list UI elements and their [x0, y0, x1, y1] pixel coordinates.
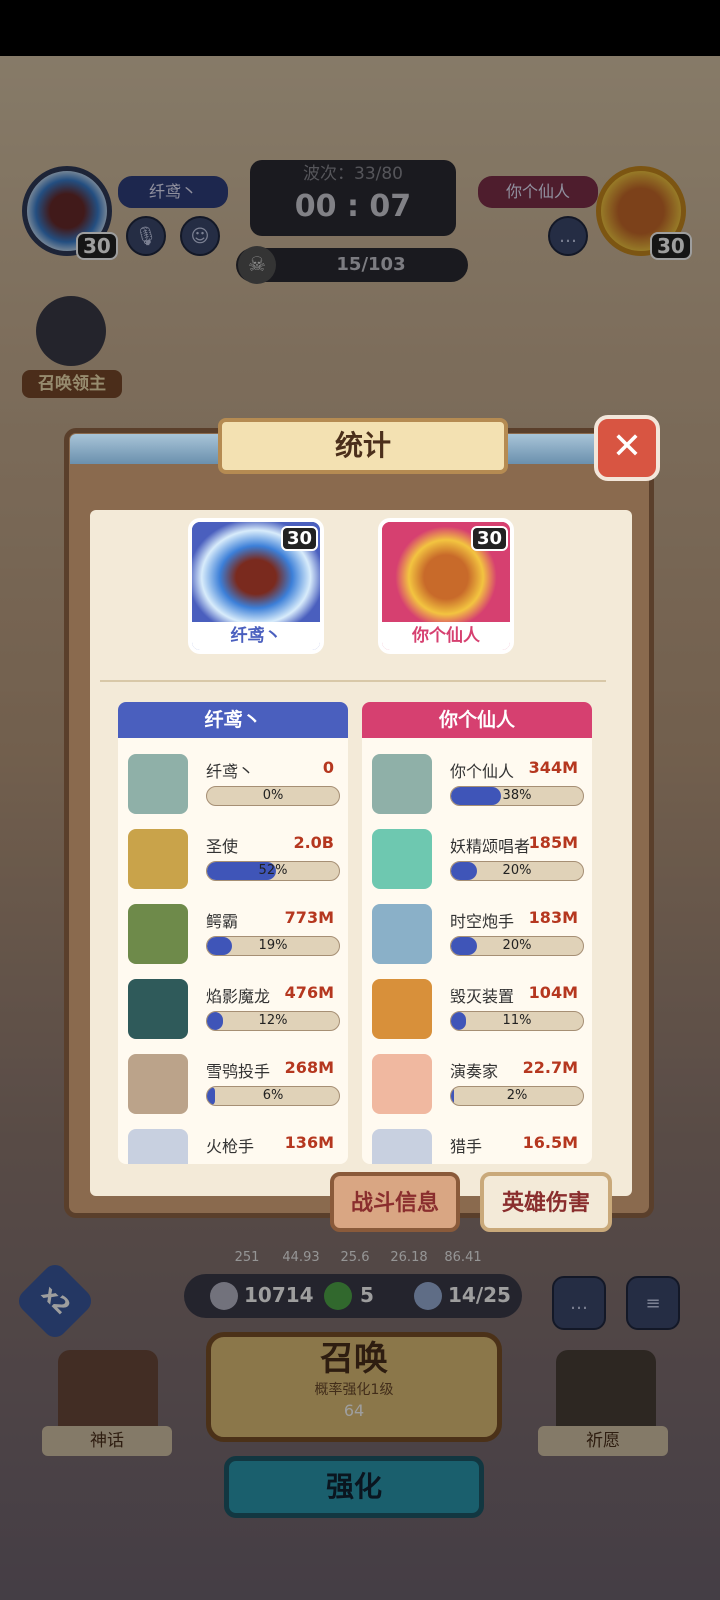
level-badge: 30 [470, 526, 508, 551]
damage-share-bar: 12% [206, 1011, 340, 1031]
hero-damage-value: 2.0B [293, 833, 334, 852]
tab-battle-info[interactable]: 战斗信息 [330, 1172, 460, 1232]
hero-damage-row: 毁灭装置 104M 11% [362, 975, 592, 1051]
hero-portrait-icon [128, 979, 188, 1039]
hero-damage-row: 妖精颂唱者 185M 20% [362, 825, 592, 901]
damage-share-percent: 12% [258, 1013, 288, 1028]
tab-hero-damage[interactable]: 英雄伤害 [480, 1172, 612, 1232]
hero-damage-value: 268M [284, 1058, 334, 1077]
hero-damage-value: 16.5M [522, 1133, 578, 1152]
damage-share-percent: 19% [258, 938, 288, 953]
divider [100, 680, 606, 682]
player-card-left: 30 纤鸢丶 [188, 518, 324, 654]
hero-damage-value: 136M [284, 1133, 334, 1152]
damage-share-percent: 52% [258, 863, 288, 878]
right-damage-column: 你个仙人 你个仙人 344M 38% 妖精颂唱者 185M 20% 时空炮手 183M 20% 毁… [362, 702, 592, 1164]
damage-share-bar: 6% [206, 1086, 340, 1106]
right-column-header: 你个仙人 [362, 702, 592, 738]
hero-damage-row: 火枪手 136M [118, 1125, 348, 1164]
hero-portrait-icon [128, 1054, 188, 1114]
hero-name: 雪鸮投手 [206, 1062, 271, 1081]
damage-share-bar: 20% [450, 936, 584, 956]
hero-damage-row: 纤鸢丶 0 0% [118, 750, 348, 826]
damage-share-bar: 52% [206, 861, 340, 881]
hero-name: 纤鸢丶 [206, 762, 255, 781]
damage-share-bar: 0% [206, 786, 340, 806]
hero-portrait-icon [128, 1129, 188, 1164]
left-column-header: 纤鸢丶 [118, 702, 348, 738]
hero-portrait-icon [372, 979, 432, 1039]
hero-damage-value: 773M [284, 908, 334, 927]
hero-portrait-icon [128, 754, 188, 814]
hero-name: 焰影魔龙 [206, 987, 271, 1006]
hero-damage-value: 185M [528, 833, 578, 852]
hero-portrait-icon [372, 904, 432, 964]
hero-damage-row: 焰影魔龙 476M 12% [118, 975, 348, 1051]
damage-share-percent: 11% [502, 1013, 532, 1028]
damage-share-bar: 19% [206, 936, 340, 956]
hero-name: 圣使 [206, 837, 239, 856]
hero-damage-value: 476M [284, 983, 334, 1002]
hero-damage-value: 104M [528, 983, 578, 1002]
damage-share-bar: 2% [450, 1086, 584, 1106]
hero-damage-value: 0 [322, 758, 334, 777]
hero-damage-row: 演奏家 22.7M 2% [362, 1050, 592, 1126]
level-badge: 30 [280, 526, 318, 551]
damage-share-bar: 20% [450, 861, 584, 881]
hero-portrait-icon [128, 904, 188, 964]
stats-panel: 30 纤鸢丶 30 你个仙人 纤鸢丶 纤鸢丶 0 0% 圣使 2.0B 52% 鳄霸 773M… [90, 510, 632, 1196]
damage-share-percent: 20% [502, 863, 532, 878]
damage-share-percent: 6% [262, 1088, 284, 1103]
hero-damage-row: 圣使 2.0B 52% [118, 825, 348, 901]
hero-portrait-icon [372, 754, 432, 814]
hero-name: 演奏家 [450, 1062, 499, 1081]
hero-name: 鳄霸 [206, 912, 239, 931]
hero-name: 你个仙人 [450, 762, 515, 781]
hero-damage-row: 雪鸮投手 268M 6% [118, 1050, 348, 1126]
modal-title: 统计 [218, 418, 508, 474]
hero-portrait-icon [372, 1129, 432, 1164]
hero-name: 猎手 [450, 1137, 483, 1156]
player-card-right: 30 你个仙人 [378, 518, 514, 654]
hero-damage-row: 你个仙人 344M 38% [362, 750, 592, 826]
hero-portrait-icon [372, 1054, 432, 1114]
hero-damage-row: 时空炮手 183M 20% [362, 900, 592, 976]
hero-damage-value: 22.7M [522, 1058, 578, 1077]
hero-name: 毁灭装置 [450, 987, 515, 1006]
close-icon[interactable]: ✕ [594, 415, 660, 481]
left-damage-column: 纤鸢丶 纤鸢丶 0 0% 圣使 2.0B 52% 鳄霸 773M 19% 焰影魔龙 476M 12% 雪… [118, 702, 348, 1164]
damage-share-percent: 2% [506, 1088, 528, 1103]
hero-damage-value: 344M [528, 758, 578, 777]
hero-damage-row: 鳄霸 773M 19% [118, 900, 348, 976]
hero-portrait-icon [128, 829, 188, 889]
hero-damage-row: 猎手 16.5M [362, 1125, 592, 1164]
hero-portrait-icon [372, 829, 432, 889]
hero-damage-value: 183M [528, 908, 578, 927]
player-card-name: 你个仙人 [382, 622, 510, 650]
hero-name: 火枪手 [206, 1137, 255, 1156]
hero-name: 时空炮手 [450, 912, 515, 931]
player-card-name: 纤鸢丶 [192, 622, 320, 650]
damage-share-bar: 11% [450, 1011, 584, 1031]
damage-share-percent: 0% [262, 788, 284, 803]
damage-share-bar: 38% [450, 786, 584, 806]
damage-share-percent: 38% [502, 788, 532, 803]
hero-name: 妖精颂唱者 [450, 837, 531, 856]
damage-share-percent: 20% [502, 938, 532, 953]
